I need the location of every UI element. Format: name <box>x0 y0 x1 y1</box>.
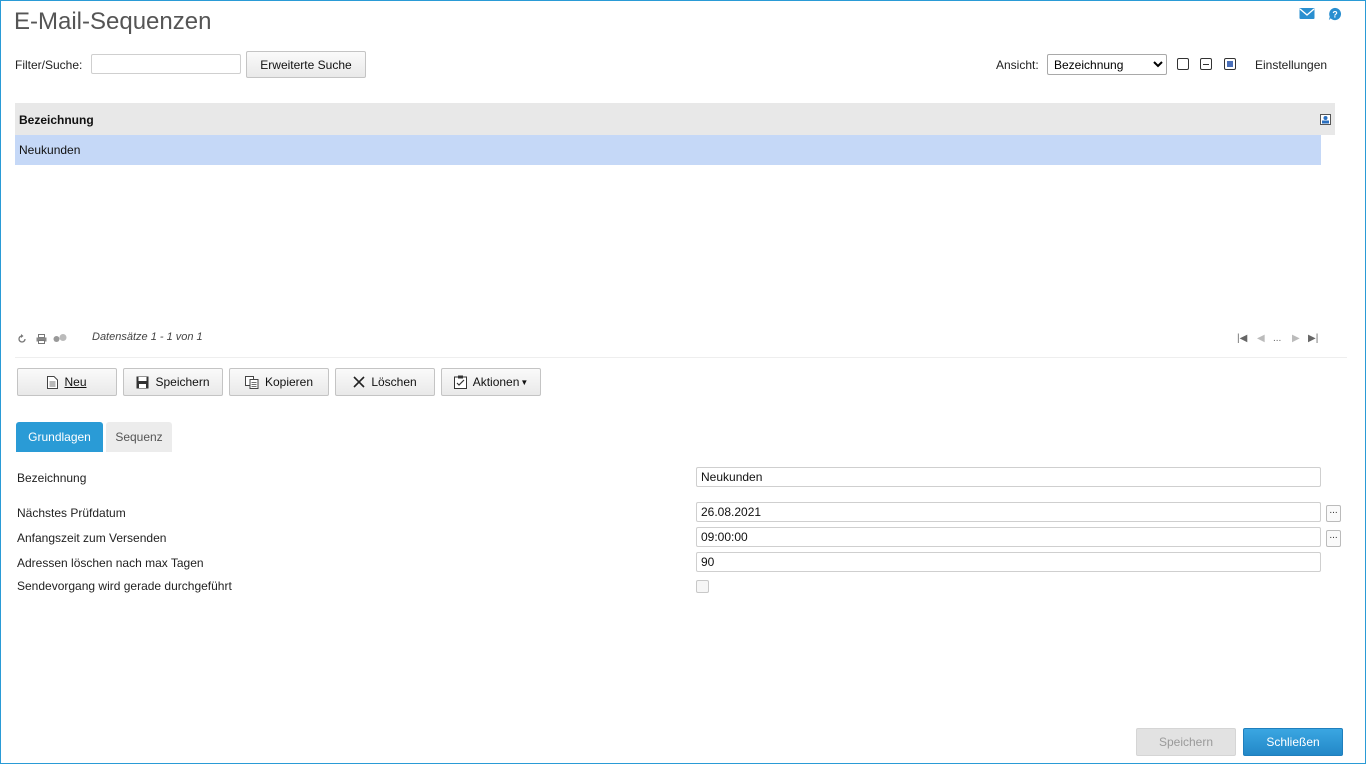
filter-input[interactable] <box>91 54 241 74</box>
adressen-field[interactable] <box>696 552 1321 572</box>
anfangszeit-field[interactable] <box>696 527 1321 547</box>
close-button[interactable]: Schließen <box>1243 728 1343 756</box>
divider <box>15 357 1347 358</box>
new-button[interactable]: Neu <box>17 368 117 396</box>
tab-sequenz[interactable]: Sequenz <box>106 422 172 452</box>
delete-button[interactable]: Löschen <box>335 368 435 396</box>
save-button[interactable]: Speichern <box>123 368 223 396</box>
view-layout-full-icon[interactable] <box>1224 58 1236 70</box>
view-label: Ansicht: <box>996 58 1039 72</box>
view-layout-single-icon[interactable] <box>1177 58 1189 70</box>
tab-grundlagen[interactable]: Grundlagen <box>16 422 103 452</box>
copy-button-label: Kopieren <box>264 375 314 389</box>
table-row[interactable]: Neukunden <box>15 135 1321 165</box>
sendevorgang-checkbox[interactable] <box>696 580 709 593</box>
page-ellipsis: ... <box>1273 333 1282 344</box>
sendevorgang-label: Sendevorgang wird gerade durchgeführt <box>17 579 232 593</box>
bezeichnung-field[interactable] <box>696 467 1321 487</box>
next-page-icon[interactable]: ▶ <box>1292 333 1300 344</box>
pruefdatum-field[interactable] <box>696 502 1321 522</box>
delete-button-label: Löschen <box>371 375 417 389</box>
column-chooser-icon[interactable] <box>1320 114 1331 125</box>
clipboard-icon <box>453 375 467 389</box>
page-title: E-Mail-Sequenzen <box>14 8 212 35</box>
settings-link[interactable]: Einstellungen <box>1255 58 1327 72</box>
chevron-down-icon: ▼ <box>520 377 529 387</box>
bezeichnung-label: Bezeichnung <box>17 471 87 485</box>
new-document-icon <box>47 375 59 389</box>
copy-icon <box>244 375 259 389</box>
view-layout-split-icon[interactable] <box>1200 58 1212 70</box>
advanced-search-button[interactable]: Erweiterte Suche <box>246 51 366 78</box>
records-info: Datensätze 1 - 1 von 1 <box>92 331 203 343</box>
copy-button[interactable]: Kopieren <box>229 368 329 396</box>
column-header-bezeichnung[interactable]: Bezeichnung <box>19 113 94 127</box>
last-page-icon[interactable]: ▶| <box>1308 333 1318 344</box>
anfangszeit-label: Anfangszeit zum Versenden <box>17 531 167 545</box>
actions-button[interactable]: Aktionen ▼ <box>441 368 541 396</box>
prev-page-icon[interactable]: ◀ <box>1257 333 1265 344</box>
refresh-icon[interactable] <box>17 334 27 344</box>
help-icon[interactable]: ? <box>1327 7 1343 21</box>
grid-header: Bezeichnung <box>15 103 1335 135</box>
svg-text:?: ? <box>1332 10 1337 20</box>
time-picker-button[interactable]: ... <box>1326 530 1341 547</box>
filter-label: Filter/Suche: <box>15 58 83 72</box>
floppy-disk-icon <box>136 376 149 388</box>
first-page-icon[interactable]: |◀ <box>1237 333 1247 344</box>
close-icon <box>353 376 365 388</box>
adressen-label: Adressen löschen nach max Tagen <box>17 556 204 570</box>
date-picker-button[interactable]: ... <box>1326 505 1341 522</box>
footer-save-button[interactable]: Speichern <box>1136 728 1236 756</box>
new-button-label: Neu <box>64 375 87 389</box>
actions-button-label: Aktionen <box>472 375 520 389</box>
print-icon[interactable] <box>36 334 47 344</box>
advanced-search-label: Erweiterte Suche <box>260 57 352 72</box>
row-cell-bezeichnung: Neukunden <box>19 143 81 157</box>
view-select[interactable]: Bezeichnung <box>1047 54 1167 75</box>
mail-icon[interactable] <box>1299 7 1315 21</box>
save-button-label: Speichern <box>155 375 210 389</box>
pruefdatum-label: Nächstes Prüfdatum <box>17 506 126 520</box>
export-icon[interactable] <box>53 333 67 343</box>
